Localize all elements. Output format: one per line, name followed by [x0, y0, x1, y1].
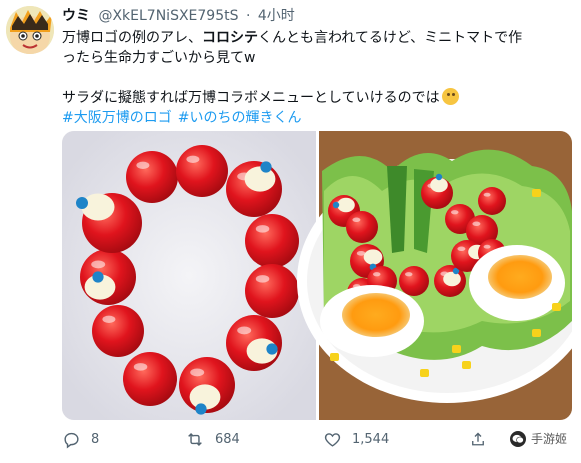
text-line-3: サラダに擬態すれば万博コラボメニューとしていけるのでは	[62, 88, 572, 108]
left-photo[interactable]	[62, 131, 316, 420]
tweet-header: ウミ @XkEL7NiSXE795tS · 4小时	[62, 6, 295, 26]
text-line-2: ったら生命力すごいから見てw	[62, 50, 256, 66]
like-count: 1,544	[352, 431, 390, 447]
avatar[interactable]	[6, 6, 54, 54]
text-segment: サラダに擬態すれば万博コラボメニューとしていけるのでは	[62, 90, 440, 106]
avatar-image	[6, 6, 54, 54]
author-name[interactable]: ウミ	[62, 8, 90, 24]
hashtag-link[interactable]: #大阪万博のロゴ	[62, 110, 172, 126]
separator: ·	[245, 8, 251, 24]
text-segment: くんとも言われてるけど、ミニトマトで作	[258, 30, 523, 46]
tomato-shape	[126, 151, 178, 203]
reply-count: 8	[91, 431, 100, 447]
hashtag-link[interactable]: #いのちの輝きくん	[178, 110, 302, 126]
reply-button[interactable]: 8	[62, 425, 99, 453]
tomato-shape	[399, 266, 429, 296]
author-handle[interactable]: @XkEL7NiSXE795tS	[98, 8, 238, 24]
right-photo[interactable]	[297, 131, 572, 420]
share-button[interactable]	[469, 425, 497, 453]
tomato-shape	[245, 214, 299, 268]
tweet-text: 万博ロゴの例のアレ、コロシテくんとも言われてるけど、ミニトマトで作 ったら生命力…	[62, 28, 572, 128]
heart-icon	[324, 432, 341, 447]
like-button[interactable]: 1,544	[323, 425, 389, 453]
media-grid	[62, 131, 572, 420]
media-images	[62, 131, 572, 420]
timestamp[interactable]: 4小时	[258, 8, 295, 24]
share-icon	[472, 432, 484, 445]
text-segment: 万博ロゴの例のアレ、	[62, 30, 202, 46]
tomato-shape	[226, 315, 282, 371]
retweet-icon	[188, 432, 202, 446]
tomato-shape	[176, 145, 228, 197]
tomato-shape	[80, 249, 136, 305]
tomato-shape	[226, 161, 282, 217]
text-bold-segment: コロシテ	[202, 30, 258, 46]
tomato-shape	[92, 305, 144, 357]
tweet: ウミ @XkEL7NiSXE795tS · 4小时 万博ロゴの例のアレ、コロシテ…	[0, 0, 581, 463]
text-line-1: 万博ロゴの例のアレ、コロシテくんとも言われてるけど、ミニトマトで作	[62, 28, 572, 48]
tweet-actions: 8 684 1,544	[62, 425, 572, 453]
tomato-shape	[478, 187, 506, 215]
retweet-count: 684	[215, 431, 240, 447]
tomato-shape	[123, 352, 177, 406]
wechat-icon	[509, 430, 526, 447]
thinking-face-icon	[441, 88, 459, 105]
tomato-shape	[346, 211, 378, 243]
reply-icon	[64, 432, 79, 448]
hashtag-line: #大阪万博のロゴ #いのちの輝きくん	[62, 108, 572, 128]
retweet-button[interactable]: 684	[185, 425, 240, 453]
watermark: 手游姬	[509, 430, 567, 447]
tomato-shape	[245, 264, 299, 318]
watermark-text: 手游姬	[530, 432, 567, 446]
